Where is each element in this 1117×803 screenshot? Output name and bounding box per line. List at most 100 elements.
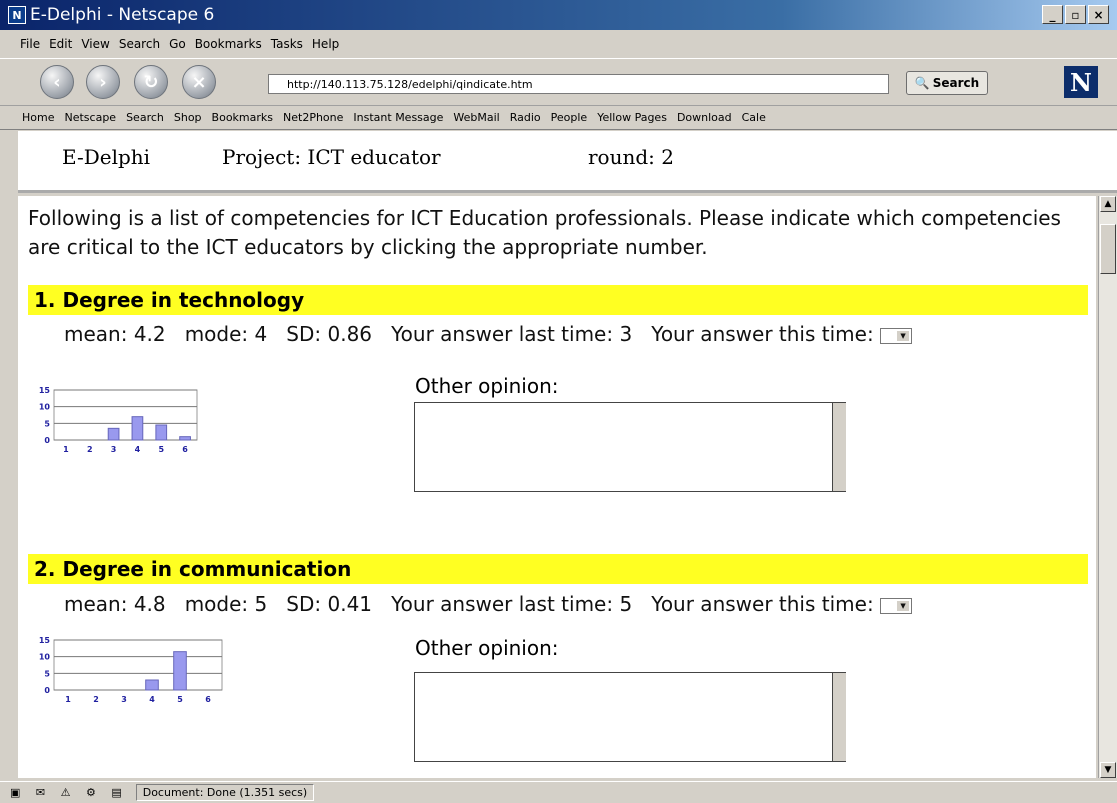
toolbar-link-net2phone[interactable]: Net2Phone: [283, 111, 343, 124]
search-button-label: Search: [932, 76, 980, 90]
toolbar-link-radio[interactable]: Radio: [510, 111, 541, 124]
browser-window: N E-Delphi - Netscape 6 _ ▫ × File Edit …: [0, 0, 1117, 803]
back-arrow-icon: ‹: [53, 71, 61, 93]
menu-tasks[interactable]: Tasks: [271, 37, 303, 51]
status-icons: ▣ ✉ ⚠ ⚙ ▤: [10, 786, 128, 799]
toolbar-link-calendar[interactable]: Cale: [742, 111, 766, 124]
answer-distribution-chart: 15 10 5 0 1 2 3 4 5 6: [39, 386, 198, 454]
intro-text: Following is a list of competencies for …: [28, 206, 1061, 259]
menu-search[interactable]: Search: [119, 37, 160, 51]
y-tick-label: 15: [39, 636, 51, 645]
search-icon: 🔍: [914, 76, 930, 90]
question-stats: mean: 4.2 mode: 4 SD: 0.86 Your answer l…: [64, 322, 913, 346]
textarea-scrollbar[interactable]: [832, 673, 846, 761]
stop-button[interactable]: ×: [182, 65, 216, 99]
bar: [131, 416, 144, 441]
answer-select[interactable]: ▼: [880, 327, 913, 344]
x-tick-label: 5: [177, 695, 183, 704]
round-number: round: 2: [588, 145, 674, 169]
toolbar-link-download[interactable]: Download: [677, 111, 732, 124]
app-name: E-Delphi: [62, 145, 151, 169]
question-stats-text: mean: 4.2 mode: 4 SD: 0.86 Your answer l…: [64, 322, 874, 346]
question-title: 2. Degree in communication: [28, 554, 1088, 584]
plot-area: [53, 389, 198, 441]
search-button[interactable]: 🔍 Search: [906, 71, 988, 95]
bar: [145, 679, 159, 691]
textarea-scrollbar[interactable]: [832, 403, 846, 491]
answer-select[interactable]: ▼: [880, 597, 913, 614]
scroll-down-icon[interactable]: ▼: [1100, 762, 1116, 778]
x-tick-label: 4: [149, 695, 155, 704]
menu-bookmarks[interactable]: Bookmarks: [195, 37, 262, 51]
menu-go[interactable]: Go: [169, 37, 186, 51]
plot-area: [53, 639, 223, 691]
navigation-toolbar: ‹ › ↻ × http://140.113.75.128/edelphi/qi…: [0, 58, 1117, 106]
close-button[interactable]: ×: [1088, 5, 1109, 24]
question-title: 1. Degree in technology: [28, 285, 1088, 315]
y-tick-label: 10: [39, 403, 51, 412]
back-button[interactable]: ‹: [40, 65, 74, 99]
toolbar-link-search[interactable]: Search: [126, 111, 164, 124]
personal-toolbar: Home Netscape Search Shop Bookmarks Net2…: [0, 106, 1117, 130]
menu-file[interactable]: File: [20, 37, 40, 51]
y-tick-label: 5: [44, 669, 50, 678]
x-tick-label: 3: [121, 695, 127, 704]
y-tick-label: 10: [39, 653, 51, 662]
opinion-label: Other opinion:: [415, 374, 559, 398]
minimize-button[interactable]: _: [1042, 5, 1063, 24]
bar: [173, 651, 187, 691]
forward-arrow-icon: ›: [99, 71, 107, 93]
y-tick-label: 15: [39, 386, 51, 395]
question-stats: mean: 4.8 mode: 5 SD: 0.41 Your answer l…: [64, 592, 913, 616]
y-tick-label: 0: [44, 436, 50, 445]
x-tick-label: 3: [111, 445, 117, 454]
menu-edit[interactable]: Edit: [49, 37, 72, 51]
toolbar-link-people[interactable]: People: [551, 111, 588, 124]
reload-button[interactable]: ↻: [134, 65, 168, 99]
netscape-logo[interactable]: N: [1064, 66, 1098, 98]
scroll-up-icon[interactable]: ▲: [1100, 196, 1116, 212]
bar: [155, 424, 168, 441]
url-text: http://140.113.75.128/edelphi/qindicate.…: [287, 77, 533, 91]
toolbar-link-bookmarks[interactable]: Bookmarks: [212, 111, 273, 124]
page-scrollbar[interactable]: ▲ ▼: [1098, 196, 1117, 778]
answer-distribution-chart: 15 10 5 0 1 2 3 4 5 6: [39, 636, 223, 704]
toolbar-link-shop[interactable]: Shop: [174, 111, 202, 124]
x-tick-label: 1: [63, 445, 69, 454]
y-tick-label: 5: [44, 419, 50, 428]
questionnaire-frame: Following is a list of competencies for …: [18, 196, 1096, 778]
toolbar-link-yellow-pages[interactable]: Yellow Pages: [597, 111, 667, 124]
scroll-thumb[interactable]: [1100, 224, 1116, 274]
title-bar: N E-Delphi - Netscape 6 _ ▫ ×: [0, 0, 1117, 30]
page-header-frame: E-Delphi Project: ICT educator round: 2: [18, 131, 1117, 193]
menu-help[interactable]: Help: [312, 37, 339, 51]
toolbar-link-netscape[interactable]: Netscape: [64, 111, 116, 124]
x-tick-label: 5: [158, 445, 164, 454]
toolbar-link-webmail[interactable]: WebMail: [453, 111, 499, 124]
netscape-app-icon: N: [8, 6, 26, 24]
project-name: Project: ICT educator: [222, 145, 441, 169]
x-tick-label: 4: [135, 445, 141, 454]
question-stats-text: mean: 4.8 mode: 5 SD: 0.41 Your answer l…: [64, 592, 874, 616]
window-title: E-Delphi - Netscape 6: [30, 5, 215, 25]
opinion-textarea[interactable]: [414, 672, 846, 762]
opinion-textarea[interactable]: [414, 402, 846, 492]
maximize-button[interactable]: ▫: [1065, 5, 1086, 24]
toolbar-link-home[interactable]: Home: [22, 111, 54, 124]
opinion-label: Other opinion:: [415, 636, 559, 660]
toolbar-link-instant-message[interactable]: Instant Message: [353, 111, 443, 124]
url-field[interactable]: http://140.113.75.128/edelphi/qindicate.…: [268, 74, 889, 94]
menu-bar: File Edit View Search Go Bookmarks Tasks…: [0, 30, 1117, 58]
menu-view[interactable]: View: [81, 37, 109, 51]
reload-icon: ↻: [143, 71, 159, 93]
bar: [107, 427, 120, 441]
status-bar: ▣ ✉ ⚠ ⚙ ▤ Document: Done (1.351 secs): [0, 781, 1117, 803]
chevron-down-icon: ▼: [897, 330, 910, 341]
x-tick-label: 2: [87, 445, 93, 454]
y-tick-label: 0: [44, 686, 50, 695]
stop-icon: ×: [191, 71, 207, 93]
x-tick-label: 2: [93, 695, 99, 704]
forward-button[interactable]: ›: [86, 65, 120, 99]
bar: [179, 436, 191, 441]
x-tick-label: 6: [182, 445, 188, 454]
